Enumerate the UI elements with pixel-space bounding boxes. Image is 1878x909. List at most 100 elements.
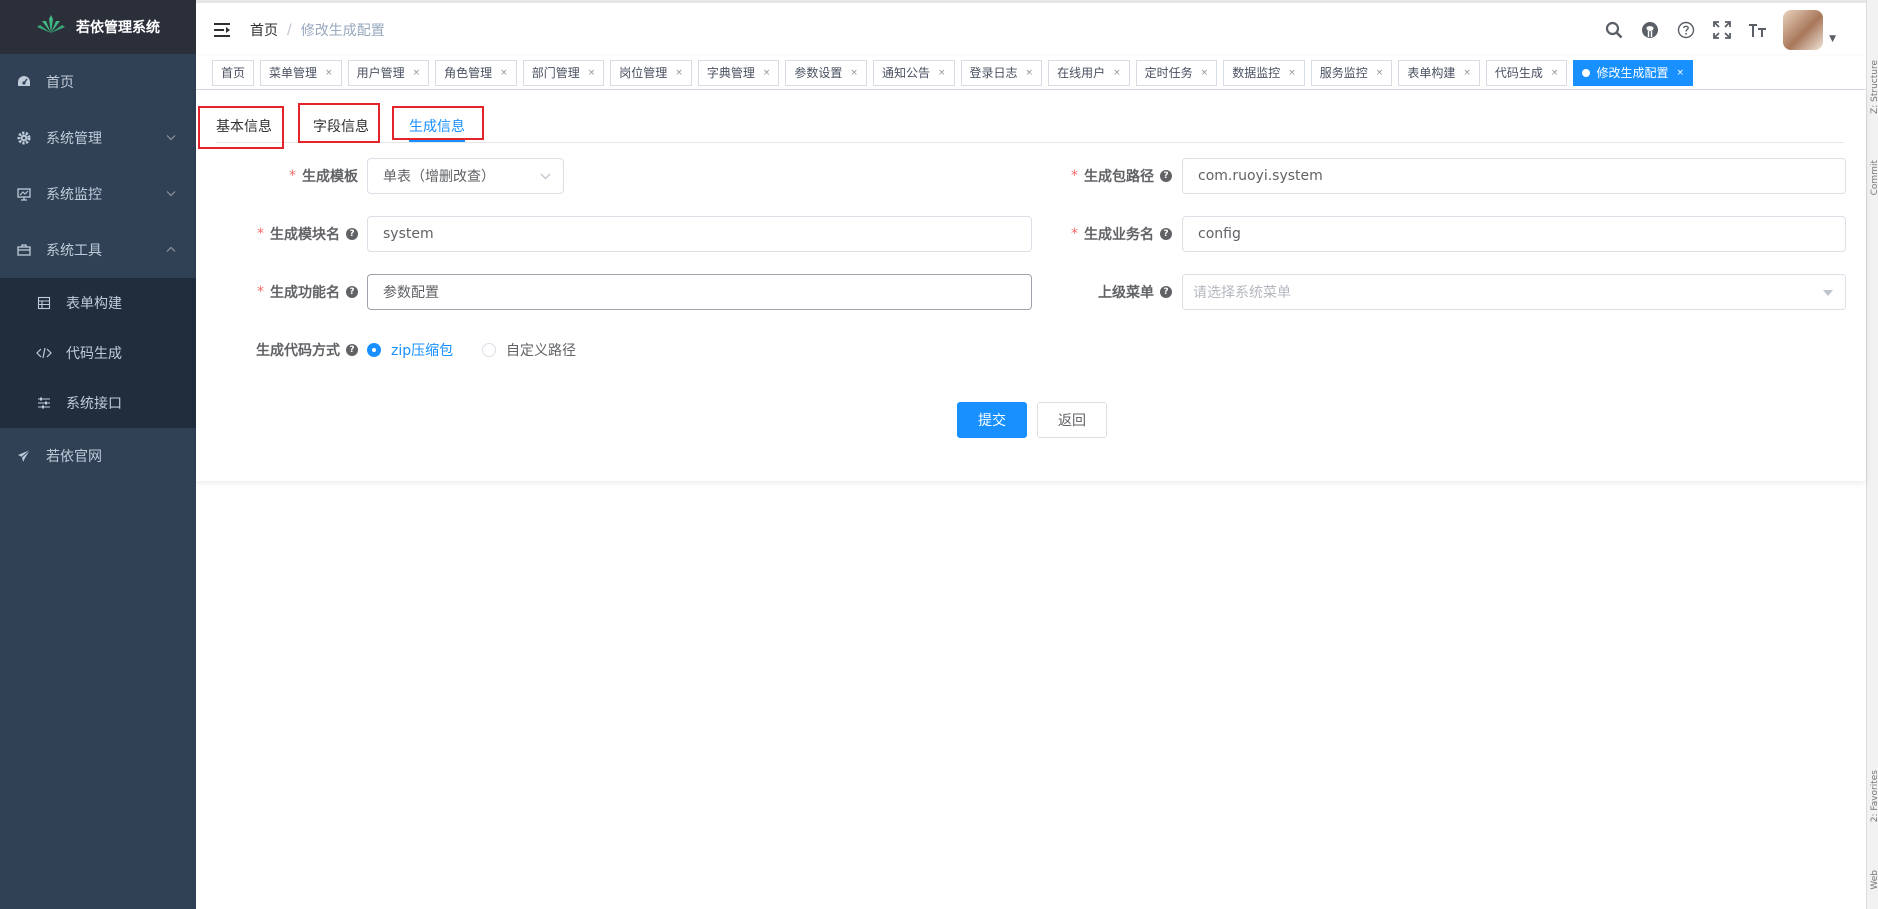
tag-label: 在线用户: [1057, 66, 1106, 80]
close-icon[interactable]: ×: [500, 68, 508, 78]
tag-online-users[interactable]: 在线用户 ×: [1048, 59, 1130, 86]
radio-unchecked-icon[interactable]: [482, 343, 496, 357]
help-icon[interactable]: ?: [346, 228, 358, 240]
close-icon[interactable]: ×: [1201, 68, 1209, 78]
sidebar-item-code-gen[interactable]: 代码生成: [0, 328, 196, 378]
close-icon[interactable]: ×: [763, 68, 771, 78]
parent-menu-treeselect[interactable]: 请选择系统菜单: [1182, 274, 1846, 310]
help-icon[interactable]: ?: [346, 344, 358, 356]
help-circle-icon[interactable]: [1675, 19, 1697, 41]
help-icon[interactable]: ?: [1160, 228, 1172, 240]
close-icon[interactable]: ×: [1113, 68, 1121, 78]
radio-checked-icon[interactable]: [367, 343, 381, 357]
package-label: * 生成包路径?: [1026, 158, 1172, 194]
help-icon[interactable]: ?: [346, 286, 358, 298]
tag-code-gen[interactable]: 代码生成 ×: [1485, 59, 1568, 86]
close-icon[interactable]: ×: [850, 68, 858, 78]
business-input[interactable]: config: [1182, 216, 1846, 252]
close-icon[interactable]: ×: [413, 68, 421, 78]
label-text: 生成代码方式: [256, 343, 340, 359]
hamburger-icon[interactable]: [212, 20, 232, 40]
close-icon[interactable]: ×: [1463, 68, 1471, 78]
tag-notice[interactable]: 通知公告 ×: [872, 59, 955, 86]
search-icon[interactable]: [1603, 19, 1625, 41]
tag-label: 部门管理: [531, 66, 580, 80]
input-value: config: [1198, 226, 1241, 242]
strip-structure[interactable]: Z: Structure: [1870, 60, 1878, 114]
sidebar-item-system-tools[interactable]: 系统工具: [0, 222, 196, 278]
tag-dept-management[interactable]: 部门管理 ×: [522, 59, 605, 86]
tag-label: 数据监控: [1232, 66, 1281, 80]
required-mark: *: [1071, 168, 1078, 184]
help-icon[interactable]: ?: [1160, 170, 1172, 182]
navbar-actions: ▼: [1603, 9, 1866, 50]
tag-dict-management[interactable]: 字典管理 ×: [697, 59, 780, 86]
template-select[interactable]: 单表（增删改查）: [367, 158, 564, 194]
tag-params-settings[interactable]: 参数设置 ×: [785, 59, 867, 86]
tag-label: 修改生成配置: [1596, 66, 1669, 80]
sidebar-item-home[interactable]: 首页: [0, 54, 196, 110]
back-button[interactable]: 返回: [1037, 402, 1107, 438]
template-label: * 生成模板: [196, 158, 358, 194]
package-input[interactable]: com.ruoyi.system: [1182, 158, 1846, 194]
sidebar-item-system-monitor[interactable]: 系统监控: [0, 166, 196, 222]
required-mark: *: [289, 168, 296, 184]
caret-down-icon[interactable]: ▼: [1829, 34, 1836, 44]
tag-scheduled-tasks[interactable]: 定时任务 ×: [1135, 59, 1218, 86]
close-icon[interactable]: ×: [675, 68, 683, 78]
help-icon[interactable]: ?: [1160, 286, 1172, 298]
function-label: * 生成功能名?: [196, 274, 358, 310]
sidebar-item-system-api[interactable]: 系统接口: [0, 378, 196, 428]
logo[interactable]: 若依管理系统: [0, 0, 196, 54]
sidebar-item-official-site[interactable]: 若依官网: [0, 428, 196, 484]
tag-label: 登录日志: [969, 66, 1018, 80]
radio-zip[interactable]: zip压缩包: [367, 340, 453, 360]
form-icon: [36, 295, 52, 311]
github-icon[interactable]: [1639, 19, 1661, 41]
strip-web[interactable]: Web: [1870, 870, 1878, 890]
submit-button[interactable]: 提交: [957, 402, 1027, 438]
sidebar-item-form-builder[interactable]: 表单构建: [0, 278, 196, 328]
function-input[interactable]: 参数配置: [367, 274, 1032, 310]
tag-data-monitor[interactable]: 数据监控 ×: [1223, 59, 1305, 86]
business-label: * 生成业务名?: [1026, 216, 1172, 252]
breadcrumb-home[interactable]: 首页: [250, 20, 278, 40]
label-text: 上级菜单: [1098, 285, 1154, 301]
font-size-icon[interactable]: [1747, 19, 1769, 41]
tag-label: 首页: [221, 66, 246, 80]
tag-role-management[interactable]: 角色管理 ×: [435, 59, 517, 86]
strip-favorites[interactable]: 2: Favorites: [1870, 770, 1878, 822]
tag-server-monitor[interactable]: 服务监控 ×: [1310, 59, 1393, 86]
module-input[interactable]: system: [367, 216, 1032, 252]
gear-icon: [16, 130, 32, 146]
fullscreen-icon[interactable]: [1711, 19, 1733, 41]
sidebar-item-label: 代码生成: [66, 346, 122, 362]
close-icon[interactable]: ×: [588, 68, 596, 78]
tag-user-management[interactable]: 用户管理 ×: [347, 59, 430, 86]
tag-home[interactable]: 首页: [212, 59, 255, 86]
required-mark: *: [257, 226, 264, 242]
sliders-icon: [36, 395, 52, 411]
close-icon[interactable]: ×: [938, 68, 946, 78]
close-icon[interactable]: ×: [1026, 68, 1034, 78]
code-icon: [36, 345, 52, 361]
close-icon[interactable]: ×: [1676, 68, 1684, 78]
strip-commit[interactable]: Commit: [1870, 160, 1878, 195]
tag-form-builder[interactable]: 表单构建 ×: [1398, 59, 1480, 86]
parent-menu-label: 上级菜单?: [1026, 274, 1172, 310]
tag-post-management[interactable]: 岗位管理 ×: [610, 59, 692, 86]
placeholder-text: 请选择系统菜单: [1193, 285, 1291, 301]
avatar[interactable]: [1783, 9, 1824, 50]
sidebar: 若依管理系统 首页 系统管理 系统监控 系统工具 表单构建 代码生成 系统接口 …: [0, 0, 196, 909]
close-icon[interactable]: ×: [1376, 68, 1384, 78]
sidebar-item-system-management[interactable]: 系统管理: [0, 110, 196, 166]
close-icon[interactable]: ×: [1551, 68, 1559, 78]
radio-custom-path[interactable]: 自定义路径: [482, 340, 576, 360]
close-icon[interactable]: ×: [1288, 68, 1296, 78]
tag-menu-management[interactable]: 菜单管理 ×: [260, 59, 342, 86]
breadcrumb-separator: /: [287, 21, 292, 38]
close-icon[interactable]: ×: [325, 68, 333, 78]
tag-edit-gen-config[interactable]: 修改生成配置 ×: [1573, 59, 1694, 86]
input-value: system: [383, 226, 434, 242]
tag-login-log[interactable]: 登录日志 ×: [960, 59, 1043, 86]
